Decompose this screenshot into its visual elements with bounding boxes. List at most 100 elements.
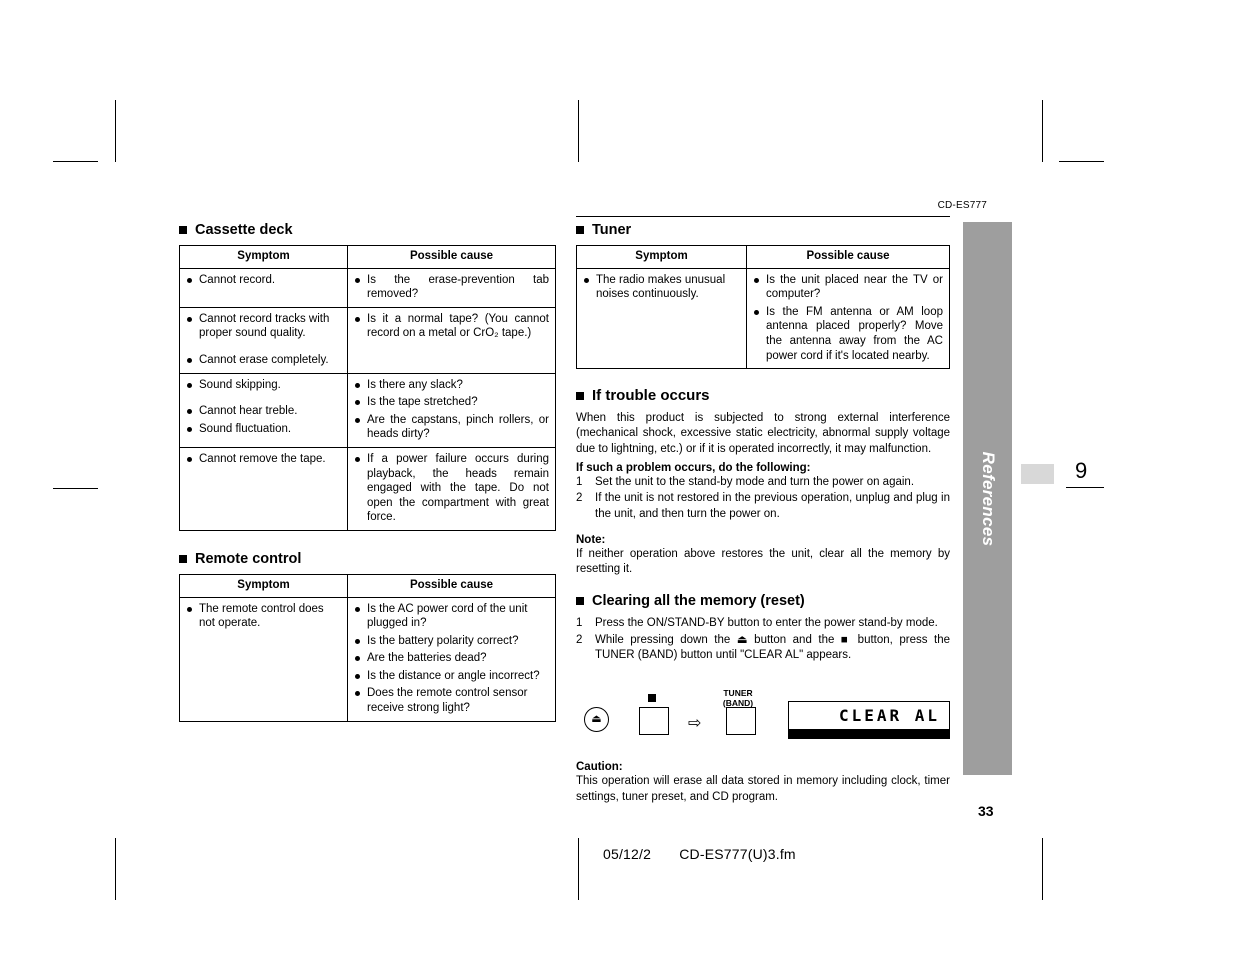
symptom-cell: The remote control does not operate.	[179, 596, 348, 722]
step-text: Press the ON/STAND-BY button to enter th…	[595, 617, 938, 630]
tuner-band-label: TUNER (BAND)	[715, 688, 761, 709]
heading-text: If trouble occurs	[592, 387, 710, 405]
step-text: If the unit is not restored in the previ…	[595, 492, 950, 520]
list-item: Cannot erase completely.	[186, 353, 341, 368]
cause-cell: Is the erase-prevention tab removed?	[347, 267, 556, 308]
list-item: Is the tape stretched?	[354, 395, 549, 410]
symptom-cell: Cannot record.	[179, 267, 348, 308]
left-column: Cassette deck Symptom Possible cause Can…	[179, 222, 556, 722]
symptom-cell: Cannot remove the tape.	[179, 446, 348, 531]
list-item: The remote control does not operate.	[186, 602, 341, 631]
list-item: Cannot record tracks with proper sound q…	[186, 312, 341, 341]
footer: 05/12/2 CD-ES777(U)3.fm	[603, 846, 796, 862]
list-item: If a power failure occurs during playbac…	[354, 452, 549, 525]
header-rule	[576, 216, 950, 217]
display-panel: CLEAR AL	[788, 701, 950, 740]
square-bullet-icon	[576, 226, 584, 234]
page-number: 33	[978, 803, 994, 819]
note-text: If neither operation above restores the …	[576, 547, 950, 576]
side-tab-references: References	[963, 222, 1012, 775]
list-item: 1 Set the unit to the stand-by mode and …	[576, 475, 950, 490]
right-column: Tuner Symptom Possible cause The radio m…	[576, 222, 950, 805]
crop-mark	[578, 838, 579, 900]
table-row: The remote control does not operate. Is …	[179, 596, 556, 722]
list-item: Cannot hear treble.	[186, 404, 341, 419]
list-item: Sound fluctuation.	[186, 422, 341, 437]
stop-button-icon	[639, 707, 669, 736]
note-label: Note:	[576, 533, 606, 546]
document-page: CD-ES777 Cassette deck Symptom Possible …	[0, 0, 1235, 954]
list-item: Does the remote control sensor receive s…	[354, 686, 549, 715]
symptom-cell: Sound skipping. Cannot hear treble. Soun…	[179, 372, 348, 448]
cause-cell: Is the AC power cord of the unit plugged…	[347, 596, 556, 722]
eject-button-icon: ⏏	[584, 707, 609, 733]
clearing-memory-steps: 1 Press the ON/STAND-BY button to enter …	[576, 616, 950, 663]
step-text: Set the unit to the stand-by mode and tu…	[595, 476, 915, 488]
cause-cell: Is the unit placed near the TV or comput…	[746, 267, 950, 370]
step-number: 2	[576, 633, 583, 646]
table-header-row: Symptom Possible cause	[179, 573, 556, 598]
table-header-row: Symptom Possible cause	[179, 245, 556, 269]
list-item: 1 Press the ON/STAND-BY button to enter …	[576, 616, 950, 631]
tuner-table: Symptom Possible cause The radio makes u…	[576, 245, 950, 370]
col-header-possible-cause: Possible cause	[746, 245, 950, 269]
if-trouble-subhead: If such a problem occurs, do the followi…	[576, 462, 811, 474]
square-bullet-icon	[179, 226, 187, 234]
crop-mark	[53, 488, 98, 489]
caution-label: Caution:	[576, 761, 623, 774]
list-item: Is the erase-prevention tab removed?	[354, 273, 549, 302]
section-heading-if-trouble-occurs: If trouble occurs	[576, 387, 950, 404]
list-item: Are the capstans, pinch rollers, or head…	[354, 413, 549, 442]
section-heading-cassette-deck: Cassette deck	[179, 222, 556, 238]
cause-cell: Is it a normal tape? (You cannot record …	[347, 306, 556, 374]
section-heading-remote-control: Remote control	[179, 551, 556, 567]
side-tab-label: References	[978, 451, 998, 546]
display-bottom-bar	[789, 729, 949, 739]
display-text: CLEAR AL	[838, 706, 940, 726]
table-row: Cannot remove the tape. If a power failu…	[179, 446, 556, 531]
crop-mark	[1059, 161, 1104, 162]
list-item: 2 If the unit is not restored in the pre…	[576, 491, 950, 522]
model-code: CD-ES777	[937, 200, 987, 211]
stop-square-icon	[648, 694, 656, 703]
list-item: Is the battery polarity correct?	[354, 634, 549, 649]
crop-mark	[115, 838, 116, 900]
list-item: Is the FM antenna or AM loop antenna pla…	[753, 305, 943, 363]
tuner-band-button-icon	[726, 707, 756, 736]
cassette-deck-table: Symptom Possible cause Cannot record. Is…	[179, 245, 556, 531]
chapter-number: 9	[1075, 458, 1088, 483]
crop-mark	[53, 161, 98, 162]
arrow-right-icon: ⇨	[688, 715, 702, 733]
list-item: Cannot record.	[186, 273, 341, 288]
list-item: Is it a normal tape? (You cannot record …	[354, 312, 549, 341]
footer-date: 05/12/2	[603, 846, 652, 862]
if-trouble-intro: When this product is subjected to strong…	[576, 412, 950, 455]
if-trouble-steps: 1 Set the unit to the stand-by mode and …	[576, 475, 950, 522]
square-bullet-icon	[576, 391, 584, 400]
symptom-cell: The radio makes unusual noises continuou…	[576, 267, 747, 370]
list-item: 2 While pressing down the ⏏ button and t…	[576, 633, 950, 664]
remote-control-table: Symptom Possible cause The remote contro…	[179, 573, 556, 722]
col-header-symptom: Symptom	[576, 245, 747, 269]
section-heading-clearing-memory: Clearing all the memory (reset)	[576, 593, 950, 609]
col-header-symptom: Symptom	[179, 573, 348, 598]
col-header-symptom: Symptom	[179, 245, 348, 269]
caution-text: This operation will erase all data store…	[576, 775, 950, 803]
step-number: 1	[576, 476, 583, 488]
crop-mark	[115, 100, 116, 162]
reset-procedure-diagram: ⏏ ⇨ TUNER (BAND) CLEAR AL	[576, 681, 950, 745]
chapter-number-rule	[1066, 487, 1104, 488]
symptom-cell: Cannot record tracks with proper sound q…	[179, 306, 348, 374]
list-item: Is the AC power cord of the unit plugged…	[354, 602, 549, 631]
table-row: Cannot record tracks with proper sound q…	[179, 306, 556, 374]
step-text: While pressing down the ⏏ button and the…	[595, 633, 950, 661]
footer-filename: CD-ES777(U)3.fm	[679, 846, 796, 862]
list-item: The radio makes unusual noises continuou…	[583, 273, 740, 302]
cause-cell: If a power failure occurs during playbac…	[347, 446, 556, 531]
cause-cell: Is there any slack? Is the tape stretche…	[347, 372, 556, 448]
table-row: Sound skipping. Cannot hear treble. Soun…	[179, 372, 556, 448]
col-header-possible-cause: Possible cause	[347, 245, 556, 269]
crop-mark	[1042, 100, 1043, 162]
section-heading-tuner: Tuner	[576, 222, 950, 238]
list-item: Sound skipping.	[186, 378, 341, 393]
